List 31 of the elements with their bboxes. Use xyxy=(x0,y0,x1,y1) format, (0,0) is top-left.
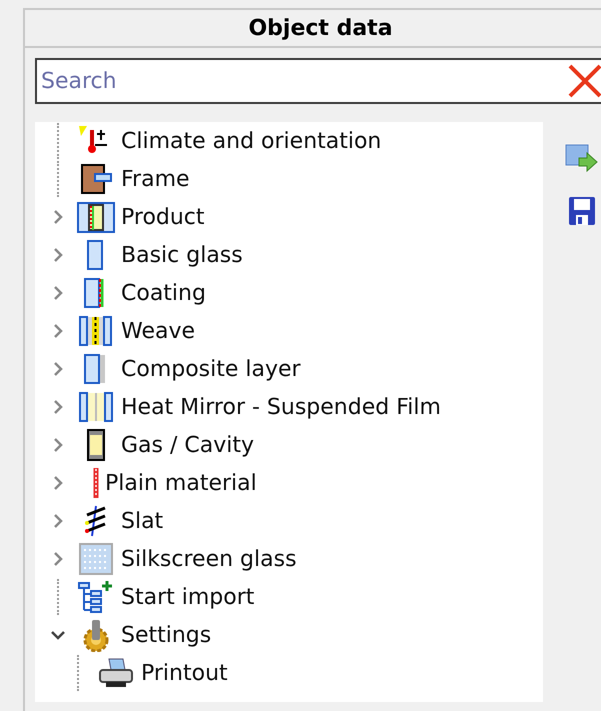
clear-icon[interactable] xyxy=(567,63,601,99)
tree-item-label[interactable]: Heat Mirror - Suspended Film xyxy=(121,394,441,420)
tree-item-label[interactable]: Start import xyxy=(121,584,254,610)
tree-item-label[interactable]: Coating xyxy=(121,280,206,306)
tree-line xyxy=(57,161,59,197)
tree-item-label[interactable]: Frame xyxy=(121,166,190,192)
tree-line xyxy=(57,579,59,615)
export-icon[interactable] xyxy=(565,144,599,174)
tree-line xyxy=(57,123,59,159)
film-pane-icon xyxy=(77,390,115,424)
tree-item-label[interactable]: Silkscreen glass xyxy=(121,546,297,572)
tree-item-label[interactable]: Climate and orientation xyxy=(121,128,382,154)
tree-item-label[interactable]: Slat xyxy=(121,508,164,534)
tree-item-label[interactable]: Product xyxy=(121,204,205,230)
tree-item-label[interactable]: Settings xyxy=(121,622,212,648)
tree-item-label[interactable]: Weave xyxy=(121,318,196,344)
search-field[interactable]: Search xyxy=(35,58,601,104)
printer-icon xyxy=(97,656,135,690)
glazing-icon xyxy=(77,200,115,234)
import-tree-icon xyxy=(77,580,115,614)
tree-item-label[interactable]: Plain material xyxy=(105,470,257,496)
tree-item-label[interactable]: Composite layer xyxy=(121,356,301,382)
tree-line xyxy=(77,655,79,691)
save-icon[interactable] xyxy=(568,196,596,226)
tree-item-label[interactable]: Gas / Cavity xyxy=(121,432,254,458)
dotted-pane-icon xyxy=(77,542,115,576)
tree-item-label[interactable]: Basic glass xyxy=(121,242,243,268)
panel-title: Object data xyxy=(248,16,393,40)
weave-pane-icon xyxy=(77,314,115,348)
tree-item-label[interactable]: Printout xyxy=(141,660,228,686)
material-icon xyxy=(93,468,99,498)
